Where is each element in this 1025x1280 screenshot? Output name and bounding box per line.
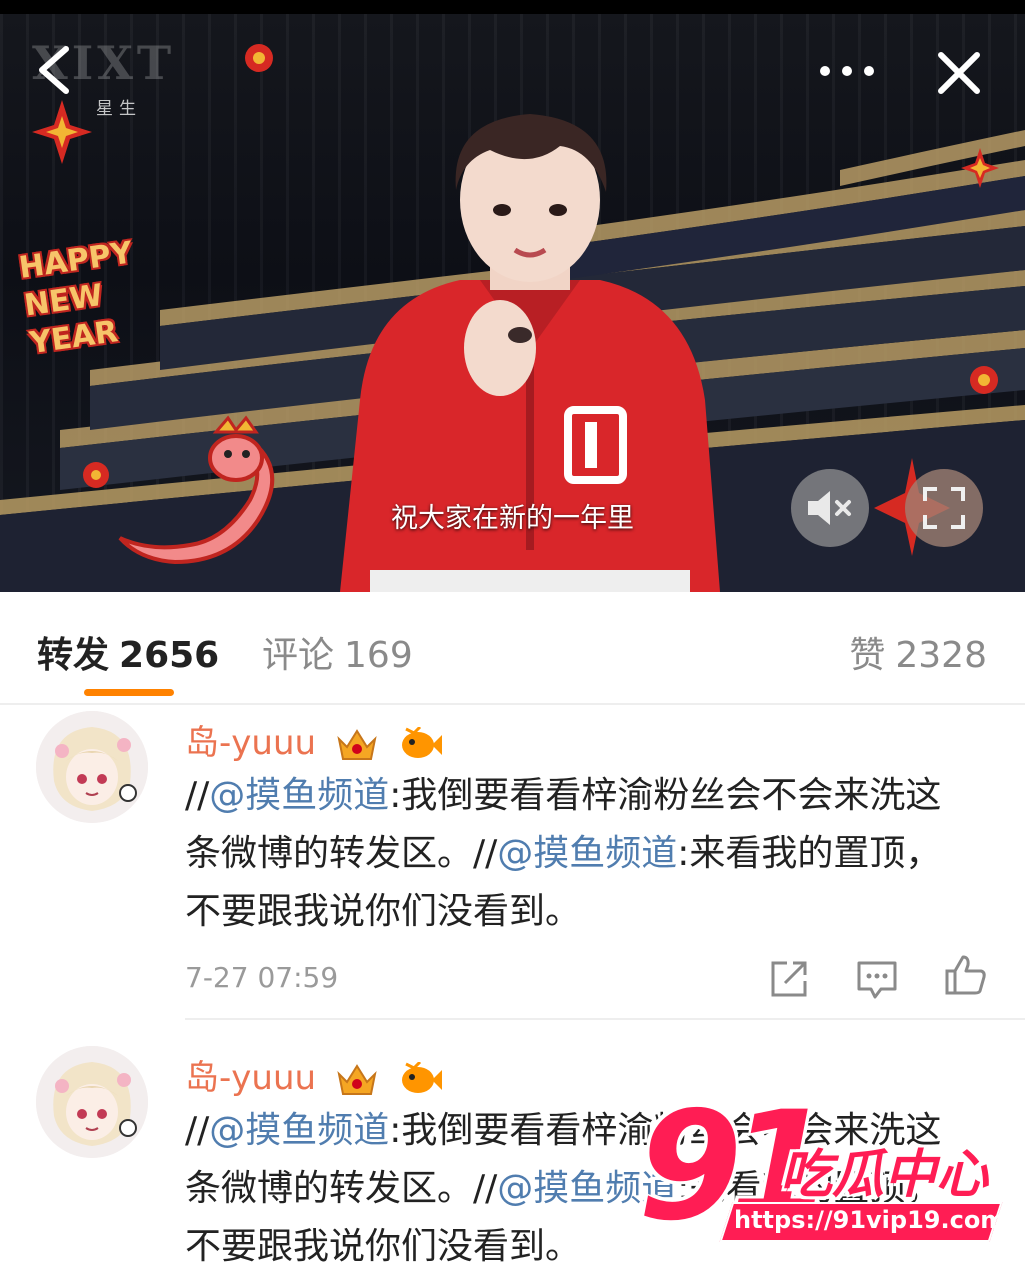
vip-crown-icon xyxy=(337,728,377,760)
comment-bubble-icon xyxy=(857,961,897,999)
tab-repost[interactable]: 转发 2656 xyxy=(37,626,219,678)
tab-count: 2656 xyxy=(119,635,220,676)
site-watermark: 91 吃瓜中心 https://91vip19.com xyxy=(630,1092,1010,1258)
mention-link[interactable]: @摸鱼频道 xyxy=(497,833,677,874)
repost-username[interactable]: 岛-yuuu xyxy=(185,715,442,764)
tab-like[interactable]: 赞 2328 xyxy=(849,626,987,678)
repost-timestamp: 7-27 07:59 xyxy=(185,961,339,994)
vip-crown-icon xyxy=(337,1063,377,1095)
repost-chain-prefix: // xyxy=(185,775,210,816)
repost-action-button[interactable] xyxy=(767,957,811,1001)
tab-count: 169 xyxy=(344,635,413,676)
tab-label: 转发 xyxy=(37,635,110,676)
chevron-left-icon xyxy=(39,46,69,94)
share-arrow-icon xyxy=(771,961,807,997)
speaker-muted-icon xyxy=(808,491,851,525)
video-subtitle: 祝大家在新的一年里 xyxy=(391,503,634,534)
active-tab-indicator xyxy=(84,689,174,696)
tab-label: 赞 xyxy=(849,635,886,676)
tab-count: 2328 xyxy=(895,635,987,676)
tab-label: 评论 xyxy=(262,635,335,676)
watermark-slogan: 吃瓜中心 xyxy=(780,1145,989,1205)
avatar[interactable] xyxy=(36,711,148,823)
video-player[interactable]: XIXT 星生 HAPPY NEW YEAR 祝大家在新的一年里 xyxy=(0,0,1025,592)
mute-button[interactable] xyxy=(791,469,869,547)
close-icon xyxy=(938,52,980,94)
mention-link[interactable]: @摸鱼频道 xyxy=(209,775,389,816)
more-dots-icon xyxy=(820,66,874,76)
comment-action-button[interactable] xyxy=(855,957,899,1001)
repost-item: 岛-yuuu //@摸鱼频道:我倒要看看梓渝粉丝会不会来洗这条微博的转发区。//… xyxy=(0,705,1025,1020)
item-divider xyxy=(185,1018,1025,1020)
more-button[interactable] xyxy=(810,46,884,96)
fish-badge-icon xyxy=(401,1061,442,1093)
fullscreen-button[interactable] xyxy=(905,469,983,547)
fullscreen-icon xyxy=(923,487,965,529)
avatar[interactable] xyxy=(36,1046,148,1158)
anime-avatar-image xyxy=(36,711,148,823)
happy-new-year-sticker: HAPPY NEW YEAR xyxy=(17,231,172,363)
watermark-url: https://91vip19.com xyxy=(734,1206,1006,1234)
back-button[interactable] xyxy=(24,40,84,100)
tab-comment[interactable]: 评论 169 xyxy=(262,626,413,678)
repost-username[interactable]: 岛-yuuu xyxy=(185,1050,442,1099)
repost-content: //@摸鱼频道:我倒要看看梓渝粉丝会不会来洗这条微博的转发区。//@摸鱼频道:来… xyxy=(185,767,975,941)
anime-avatar-image xyxy=(36,1046,148,1158)
thumbs-up-icon xyxy=(945,955,986,995)
mention-link[interactable]: @摸鱼频道 xyxy=(209,1110,389,1151)
username-text: 岛-yuuu xyxy=(185,723,317,763)
username-text: 岛-yuuu xyxy=(185,1058,317,1098)
fish-badge-icon xyxy=(401,726,442,758)
like-action-button[interactable] xyxy=(943,953,987,997)
post-tabs: 转发 2656 评论 169 赞 2328 xyxy=(0,592,1025,704)
repost-chain-prefix: // xyxy=(185,1110,210,1151)
channel-logo-sub: 星生 xyxy=(96,99,142,119)
close-button[interactable] xyxy=(926,40,992,106)
